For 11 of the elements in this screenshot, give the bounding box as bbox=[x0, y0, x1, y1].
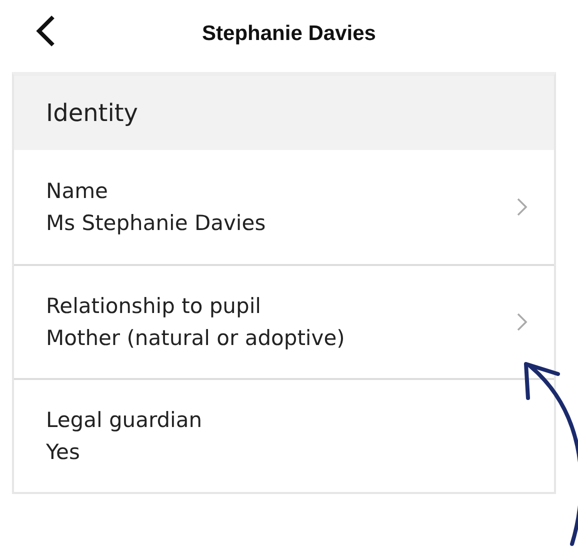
section-title: Identity bbox=[46, 99, 138, 127]
back-button[interactable] bbox=[34, 14, 56, 48]
field-value: Yes bbox=[46, 440, 81, 464]
field-label: Relationship to pupil bbox=[46, 294, 262, 318]
page-title: Stephanie Davies bbox=[202, 22, 376, 46]
field-value: Mother (natural or adoptive) bbox=[46, 326, 345, 350]
list-row[interactable]: Relationship to pupil Mother (natural or adoptive) bbox=[14, 264, 554, 378]
field-label: Legal guardian bbox=[46, 408, 202, 432]
field-label: Name bbox=[46, 179, 109, 203]
field-value: Ms Stephanie Davies bbox=[46, 211, 266, 235]
list-row[interactable]: Name Ms Stephanie Davies bbox=[14, 150, 554, 264]
